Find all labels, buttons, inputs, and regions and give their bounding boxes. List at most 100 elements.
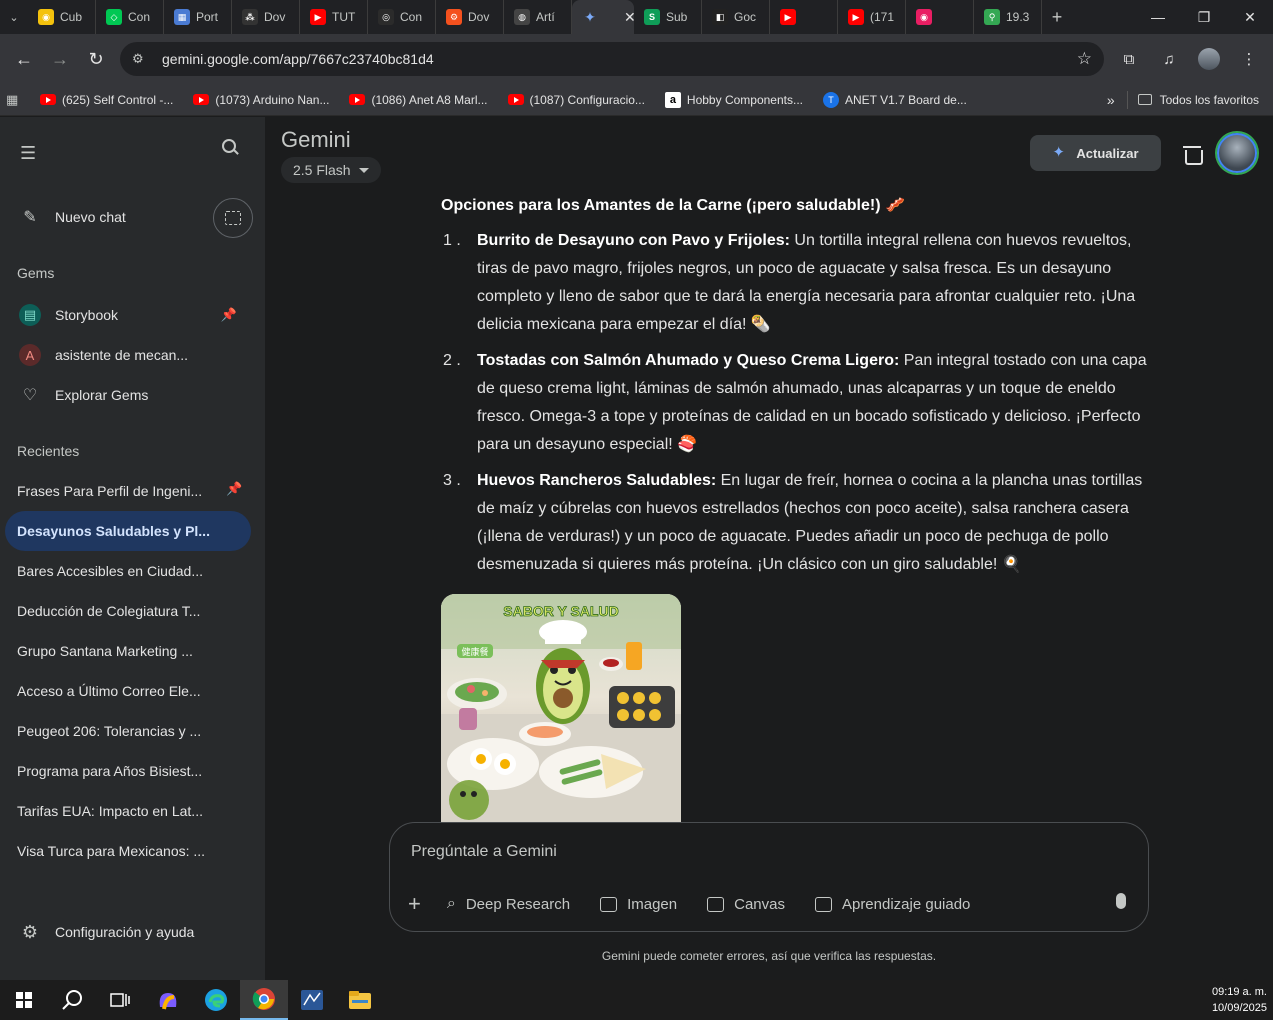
recent-chat-item[interactable]: Deducción de Colegiatura T... bbox=[5, 591, 251, 631]
prompt-composer[interactable]: Pregúntale a Gemini + ⌕ Deep Research Im… bbox=[389, 822, 1149, 932]
bookmark-item[interactable]: (1087) Configuracio... bbox=[498, 93, 655, 107]
task-view-icon[interactable] bbox=[96, 980, 144, 1020]
bookmark-item[interactable]: (1073) Arduino Nan... bbox=[183, 93, 339, 107]
image-icon bbox=[600, 896, 618, 912]
deep-research-button[interactable]: ⌕ Deep Research bbox=[447, 895, 570, 913]
browser-tab[interactable]: ⚙ Dov bbox=[436, 0, 504, 34]
edge-icon[interactable] bbox=[192, 980, 240, 1020]
browser-tab[interactable]: ◇ Con bbox=[96, 0, 164, 34]
close-tab-icon[interactable]: ✕ bbox=[624, 9, 634, 26]
bookmark-label: Hobby Components... bbox=[686, 92, 803, 107]
t-icon: T bbox=[822, 91, 839, 108]
pin-icon[interactable]: 📌 bbox=[226, 481, 242, 497]
generated-image[interactable]: SABOR Y SALUD 健康餐 bbox=[441, 594, 681, 824]
model-selector[interactable]: 2.5 Flash bbox=[281, 157, 381, 183]
browser-tab[interactable]: ⚲ 19.3 bbox=[974, 0, 1042, 34]
bookmark-item[interactable]: (625) Self Control -... bbox=[30, 93, 183, 107]
recent-chat-item[interactable]: Peugeot 206: Tolerancias y ... bbox=[5, 711, 251, 751]
recent-chat-item[interactable]: Acceso a Último Correo Ele... bbox=[5, 671, 251, 711]
tab-favicon-icon: ▶ bbox=[848, 9, 864, 25]
app-title: Gemini bbox=[281, 127, 351, 152]
browser-tab[interactable]: ◎ Con bbox=[368, 0, 436, 34]
image-button[interactable]: Imagen bbox=[600, 896, 677, 913]
site-settings-icon[interactable]: ⚙ bbox=[132, 50, 150, 68]
chevron-down-icon bbox=[358, 167, 369, 173]
browser-tab[interactable]: ▦ Port bbox=[164, 0, 232, 34]
media-control-icon[interactable]: ♫ bbox=[1152, 42, 1186, 76]
more-bookmarks-icon[interactable]: » bbox=[1095, 92, 1127, 108]
delete-chat-icon[interactable] bbox=[1183, 144, 1203, 165]
tab-gemini[interactable]: ✦ ✕ bbox=[572, 0, 634, 34]
tab-favicon-icon: ◉ bbox=[916, 9, 932, 25]
app-icon[interactable] bbox=[288, 980, 336, 1020]
tab-search-icon[interactable]: ⌄ bbox=[0, 0, 28, 34]
address-bar[interactable]: ⚙ gemini.google.com/app/7667c23740bc81d4… bbox=[120, 42, 1104, 76]
back-button[interactable]: ← bbox=[6, 41, 42, 77]
pin-icon[interactable]: 📌 bbox=[221, 307, 237, 323]
recent-chat-item[interactable]: Desayunos Saludables y Pl... bbox=[5, 511, 251, 551]
tab-favicon-icon: ◇ bbox=[106, 9, 122, 25]
main-menu-icon[interactable]: ☰ bbox=[20, 143, 36, 164]
apps-grid-icon[interactable]: ▦ bbox=[6, 92, 30, 108]
browser-tab[interactable]: S Sub bbox=[634, 0, 702, 34]
bookmark-item[interactable]: a Hobby Components... bbox=[655, 91, 813, 108]
recent-chat-item[interactable]: Grupo Santana Marketing ... bbox=[5, 631, 251, 671]
upgrade-label: Actualizar bbox=[1076, 145, 1139, 161]
sparkle-icon bbox=[1052, 143, 1066, 161]
browser-tab[interactable]: ⁂ Dov bbox=[232, 0, 300, 34]
taskbar-search-icon[interactable] bbox=[48, 980, 96, 1020]
profile-avatar[interactable] bbox=[1192, 42, 1226, 76]
search-icon[interactable] bbox=[222, 139, 240, 157]
windows-start-icon[interactable] bbox=[0, 980, 48, 1020]
item-title: Burrito de Desayuno con Pavo y Frijoles: bbox=[477, 232, 790, 249]
bookmark-star-icon[interactable]: ☆ bbox=[1077, 49, 1092, 69]
prompt-input[interactable]: Pregúntale a Gemini bbox=[411, 843, 557, 861]
all-bookmarks-folder[interactable]: Todos los favoritos bbox=[1126, 90, 1273, 109]
recent-chat-item[interactable]: Frases Para Perfil de Ingeni... bbox=[5, 471, 251, 511]
file-explorer-icon[interactable] bbox=[336, 980, 384, 1020]
account-avatar[interactable] bbox=[1217, 133, 1257, 173]
microphone-icon[interactable] bbox=[1116, 893, 1126, 909]
extensions-icon[interactable]: ⧉ bbox=[1112, 42, 1146, 76]
new-chat-label: Nuevo chat bbox=[55, 209, 126, 225]
temporary-chat-button[interactable] bbox=[213, 198, 253, 238]
recent-chat-item[interactable]: Tarifas EUA: Impacto en Lat... bbox=[5, 791, 251, 831]
browser-tab[interactable]: ◉ bbox=[906, 0, 974, 34]
list-number: 2 . bbox=[443, 352, 461, 369]
tool-label: Deep Research bbox=[465, 895, 571, 913]
restore-icon[interactable]: ❐ bbox=[1181, 0, 1227, 34]
add-attachment-icon[interactable]: + bbox=[408, 891, 421, 917]
canvas-button[interactable]: Canvas bbox=[707, 896, 785, 913]
system-clock[interactable]: 09:19 a. m. 10/09/2025 bbox=[1212, 984, 1273, 1016]
upgrade-button[interactable]: Actualizar bbox=[1030, 135, 1161, 171]
item-title: Tostadas con Salmón Ahumado y Queso Crem… bbox=[477, 352, 900, 369]
bookmark-item[interactable]: (1086) Anet A8 Marl... bbox=[339, 93, 497, 107]
browser-tab[interactable]: ◉ Cub bbox=[28, 0, 96, 34]
forward-button[interactable]: → bbox=[42, 41, 78, 77]
bookmark-item[interactable]: T ANET V1.7 Board de... bbox=[813, 91, 977, 108]
item-title: Huevos Rancheros Saludables: bbox=[477, 472, 717, 489]
minimize-icon[interactable]: — bbox=[1135, 0, 1181, 34]
guided-learning-button[interactable]: Aprendizaje guiado bbox=[814, 896, 970, 913]
browser-tab[interactable]: ▶ bbox=[770, 0, 838, 34]
recent-chat-item[interactable]: Visa Turca para Mexicanos: ... bbox=[5, 831, 251, 871]
gem-asistente[interactable]: A asistente de mecan... bbox=[0, 335, 265, 375]
browser-menu-icon[interactable]: ⋮ bbox=[1232, 42, 1266, 76]
browser-tab[interactable]: ▶ (171 bbox=[838, 0, 906, 34]
browser-tab[interactable]: ◍ Artí bbox=[504, 0, 572, 34]
copilot-icon[interactable] bbox=[144, 980, 192, 1020]
gem-storybook[interactable]: ▤ Storybook 📌 bbox=[0, 295, 265, 335]
recent-chat-item[interactable]: Programa para Años Bisiest... bbox=[5, 751, 251, 791]
close-window-icon[interactable]: ✕ bbox=[1227, 0, 1273, 34]
chrome-icon[interactable] bbox=[240, 980, 288, 1020]
explore-gems-button[interactable]: ♡ Explorar Gems bbox=[0, 375, 265, 415]
settings-help-button[interactable]: ⚙ Configuración y ayuda bbox=[0, 912, 265, 952]
recent-chat-item[interactable]: Bares Accesibles en Ciudad... bbox=[5, 551, 251, 591]
disclaimer: Gemini puede cometer errores, así que ve… bbox=[601, 949, 937, 963]
browser-tab[interactable]: ◧ Goc bbox=[702, 0, 770, 34]
url-text[interactable]: gemini.google.com/app/7667c23740bc81d4 bbox=[162, 51, 434, 67]
response-content: Opciones para los Amantes de la Carne (¡… bbox=[441, 195, 1151, 587]
new-tab-button[interactable]: + bbox=[1042, 7, 1072, 28]
reload-button[interactable]: ↻ bbox=[78, 41, 114, 77]
browser-tab[interactable]: ▶ TUT bbox=[300, 0, 368, 34]
